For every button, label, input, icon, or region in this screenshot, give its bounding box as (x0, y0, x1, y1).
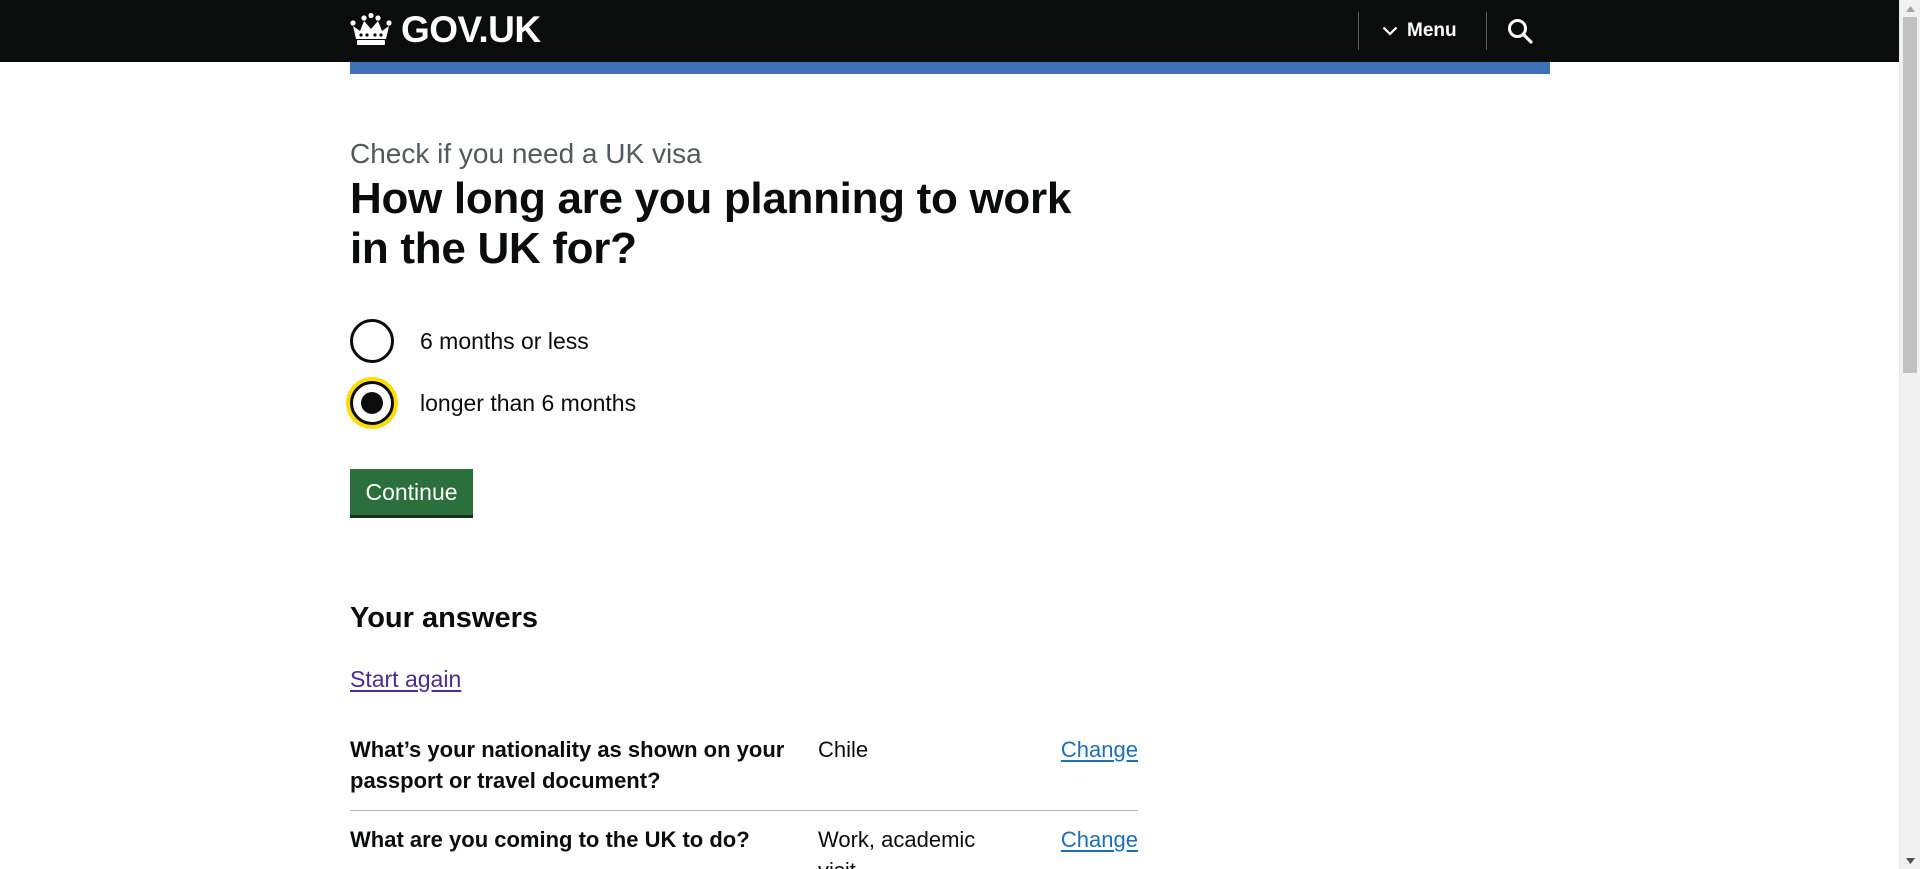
radio-button[interactable] (350, 319, 394, 363)
continue-button[interactable]: Continue (350, 469, 473, 515)
page-caption: Check if you need a UK visa (350, 138, 702, 169)
chevron-down-icon (1382, 26, 1398, 36)
site-header: GOV.UK Menu (0, 0, 1899, 62)
summary-question: What are you coming to the UK to do? (350, 827, 750, 852)
summary-question: What’s your nationality as shown on your… (350, 737, 785, 793)
scrollbar-thumb[interactable] (1903, 17, 1917, 373)
menu-button[interactable]: Menu (1382, 14, 1457, 48)
page-title: How long are you planning to work in the… (350, 174, 1071, 273)
search-icon (1508, 19, 1533, 44)
summary-row: What’s your nationality as shown on your… (350, 734, 1138, 811)
scroll-up-arrow-icon[interactable] (1900, 0, 1920, 17)
page: GOV.UK Menu Check if you need a UK visa … (0, 0, 1920, 869)
radio-button-selected[interactable] (350, 381, 394, 425)
header-divider (1486, 12, 1487, 50)
radio-label: 6 months or less (420, 327, 589, 354)
summary-row: What are you coming to the UK to do? Wor… (350, 824, 1138, 869)
change-purpose-link[interactable]: Change (1061, 824, 1138, 855)
govuk-home-link[interactable]: GOV.UK (349, 9, 541, 50)
summary-answer: Chile (818, 737, 869, 762)
logo-text: GOV.UK (401, 9, 541, 50)
change-nationality-link[interactable]: Change (1061, 734, 1138, 765)
radio-option-longer-than-6-months[interactable]: longer than 6 months (350, 381, 636, 425)
answers-summary-list: What’s your nationality as shown on your… (350, 734, 1138, 869)
start-again-link[interactable]: Start again (350, 666, 461, 693)
radio-label: longer than 6 months (420, 389, 637, 416)
vertical-scrollbar[interactable] (1899, 0, 1920, 869)
your-answers-heading: Your answers (350, 602, 539, 634)
header-divider (1358, 12, 1359, 50)
radio-option-6-months-or-less[interactable]: 6 months or less (350, 319, 589, 363)
radio-selected-dot (361, 392, 383, 414)
search-button[interactable] (1500, 14, 1540, 48)
summary-answer: Work, academic visit (818, 827, 976, 869)
scroll-down-arrow-icon[interactable] (1900, 852, 1920, 869)
menu-label: Menu (1407, 20, 1457, 41)
header-accent-bar (350, 62, 1550, 74)
crown-icon (350, 12, 392, 45)
